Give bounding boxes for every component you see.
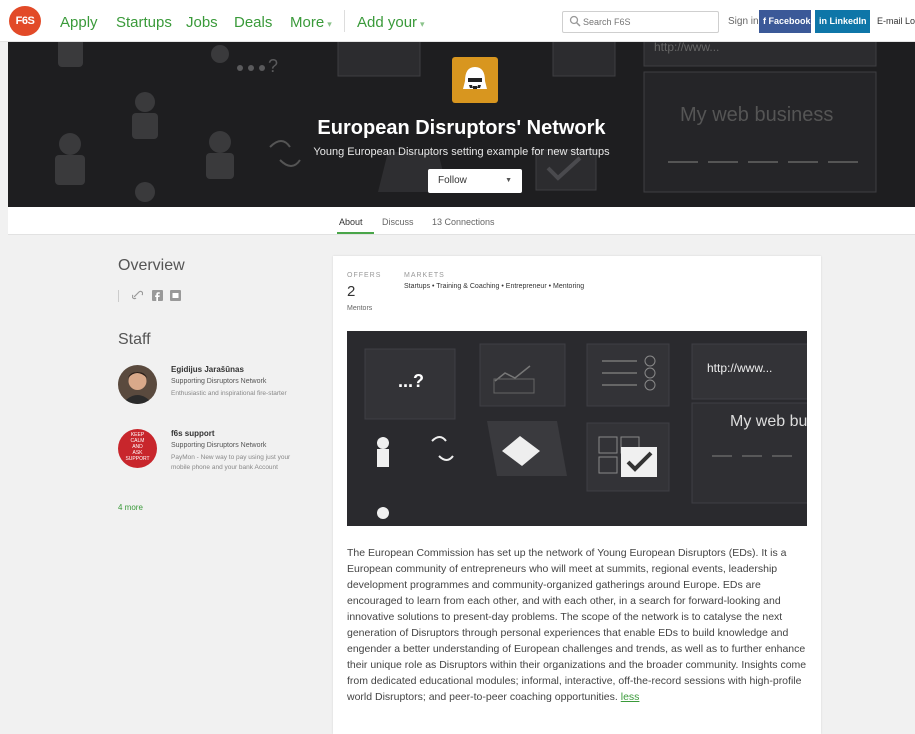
chevron-down-icon: ▾ <box>420 19 425 29</box>
staff-role: Supporting Disruptors Network <box>171 442 267 449</box>
show-less-link[interactable]: less <box>621 691 640 703</box>
divider <box>118 290 119 302</box>
staff-name[interactable]: f6s support <box>171 429 215 438</box>
staff-avatar[interactable] <box>118 365 157 404</box>
facebook-login-button[interactable]: f Facebook <box>759 10 811 33</box>
stormtrooper-icon <box>463 67 487 89</box>
link-icon[interactable] <box>132 290 143 301</box>
top-navigation: F6S Apply Startups Jobs Deals More ▾ Add … <box>0 0 915 42</box>
staff-description: PayMon - New way to pay using just your … <box>171 454 291 471</box>
offers-type: Mentors <box>347 305 373 312</box>
staff-name[interactable]: Egidijus Jarašūnas <box>171 365 244 374</box>
network-avatar <box>452 57 498 103</box>
staff-description: Enthusiastic and inspirational fire-star… <box>171 390 287 397</box>
network-description: The European Commission has set up the n… <box>347 545 807 705</box>
staff-role: Supporting Disruptors Network <box>171 378 267 385</box>
about-card: OFFERS 2 Mentors MARKETS Startups • Trai… <box>333 256 821 734</box>
follow-dropdown[interactable]: Follow ▼ <box>428 169 522 193</box>
follow-label: Follow <box>438 175 467 186</box>
cover-banner: ? http://www... My web business European… <box>8 42 915 207</box>
chevron-down-icon: ▼ <box>505 177 512 184</box>
nav-add-your-label: Add your <box>357 14 418 31</box>
staff-avatar[interactable]: KEEP CALM AND ASK SUPPORT <box>118 429 157 468</box>
staff-member[interactable]: KEEP CALM AND ASK SUPPORT f6s support Su… <box>118 429 293 494</box>
offers-count: 2 <box>347 283 356 300</box>
staff-more-link[interactable]: 4 more <box>118 503 143 512</box>
network-cover-image: ...? http://www... My web bu <box>347 331 807 526</box>
staff-member[interactable]: Egidijus Jarašūnas Supporting Disruptors… <box>118 365 293 415</box>
tab-connections[interactable]: 13 Connections <box>432 217 495 227</box>
chevron-down-icon: ▾ <box>327 19 332 29</box>
profile-tabs: About Discuss 13 Connections <box>8 207 915 235</box>
f6s-logo[interactable]: F6S <box>9 6 41 36</box>
description-text: The European Commission has set up the n… <box>347 547 807 703</box>
markets-label: MARKETS <box>404 272 445 279</box>
nav-divider <box>344 10 345 32</box>
keep-calm-avatar-text: KEEP CALM AND ASK SUPPORT <box>118 432 157 462</box>
markets-list: Startups • Training & Coaching • Entrepr… <box>404 283 585 290</box>
search-input[interactable] <box>583 14 713 30</box>
nav-jobs[interactable]: Jobs <box>186 14 218 31</box>
illustration-web-business-text: My web bu <box>730 413 807 430</box>
tab-about[interactable]: About <box>339 217 363 227</box>
nav-more[interactable]: More ▾ <box>290 14 332 31</box>
search-icon <box>569 15 581 27</box>
nav-apply[interactable]: Apply <box>60 14 98 31</box>
nav-startups[interactable]: Startups <box>116 14 172 31</box>
active-tab-indicator <box>337 232 374 234</box>
illustration-question-text: ...? <box>398 371 424 391</box>
avatar-text-line: SUPPORT <box>125 456 150 462</box>
offers-label: OFFERS <box>347 272 382 279</box>
page-title: European Disruptors' Network <box>317 117 606 139</box>
facebook-icon[interactable] <box>152 290 163 301</box>
overview-heading: Overview <box>118 257 185 274</box>
nav-more-label: More <box>290 14 325 31</box>
email-login-button[interactable]: E-mail Log <box>873 10 915 33</box>
cover-http-text: http://www... <box>654 42 720 54</box>
nav-add-your[interactable]: Add your ▾ <box>357 14 425 31</box>
staff-avatar-photo <box>118 365 157 404</box>
svg-text:?: ? <box>268 56 278 76</box>
nav-deals[interactable]: Deals <box>234 14 272 31</box>
illustration-http-text: http://www... <box>707 361 773 375</box>
staff-heading: Staff <box>118 331 151 348</box>
sign-in-link[interactable]: Sign in <box>728 16 759 27</box>
linkedin-login-button[interactable]: in LinkedIn <box>815 10 870 33</box>
search-box[interactable] <box>562 11 719 33</box>
page-subtitle: Young European Disruptors setting exampl… <box>313 146 610 158</box>
tab-discuss[interactable]: Discuss <box>382 217 414 227</box>
twitter-icon[interactable] <box>170 290 181 301</box>
